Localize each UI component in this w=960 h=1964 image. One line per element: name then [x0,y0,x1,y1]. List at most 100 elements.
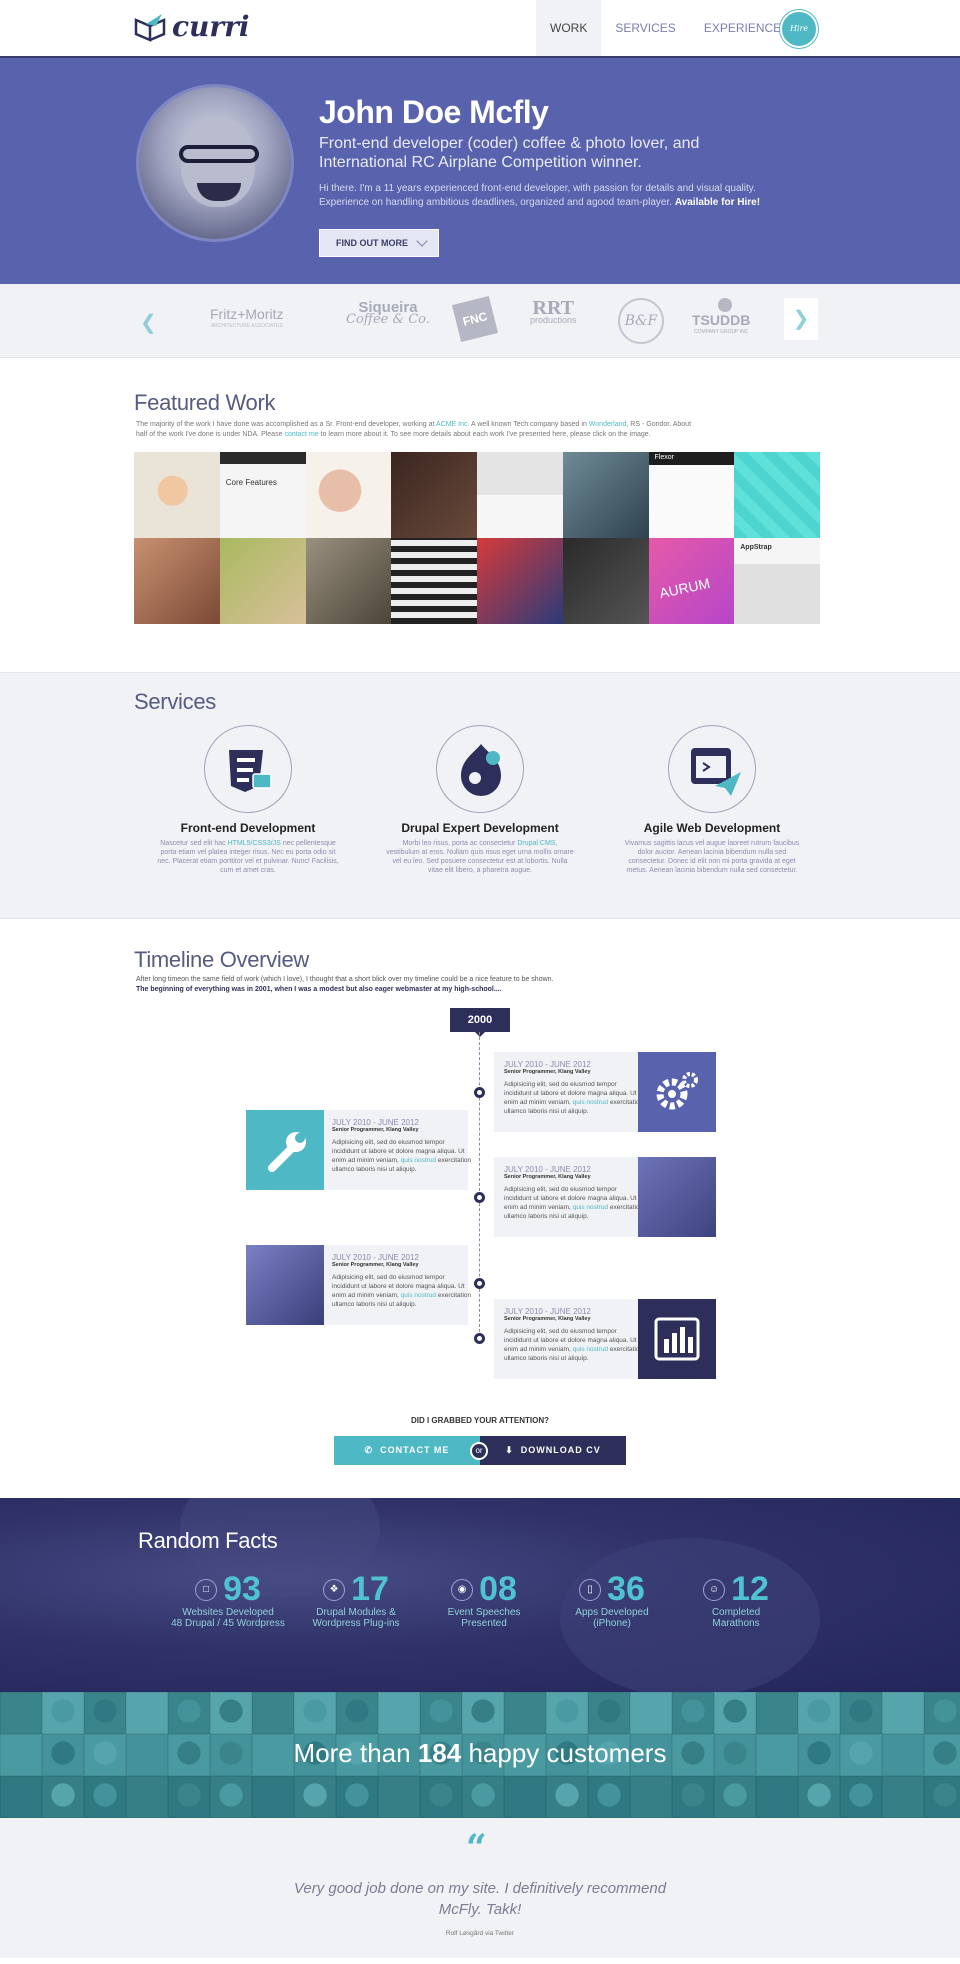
wonderland-link[interactable]: Wonderland [589,421,627,428]
quote-icon: “ [466,1827,487,1869]
customer-photo [798,1692,840,1734]
testimonial-text: Very good job done on my site. I definit… [293,1880,667,1918]
service-text: Nascetur sed elit hac HTML5/CSS3/JS nec … [157,840,339,874]
client-logo: RRT productions [530,297,577,325]
timeline-card[interactable]: JULY 2010 - JUNE 2012 Senior Programmer, … [246,1110,471,1190]
fact-label: Drupal Modules & Wordpress Plug-ins [312,1607,400,1629]
avatar [136,84,294,242]
client-logo: Fritz+Moritz ARCHITECTURE ASSOCIATES [210,306,284,329]
download-cv-button[interactable]: ⬇ DOWNLOAD CV [480,1436,626,1465]
customer-photo [210,1692,252,1734]
work-tile[interactable]: AppStrap [734,538,820,624]
testimonial-section: “ Very good job done on my site. I defin… [0,1818,960,1958]
html5-icon [204,725,292,813]
work-tile[interactable] [562,538,649,624]
customer-photo [672,1692,714,1734]
featured-work-section: Featured Work The majority of the work I… [0,358,960,672]
fact-label: Completed Marathons [711,1607,761,1629]
wrench-icon [246,1110,324,1190]
chevron-down-icon [416,235,428,247]
timeline-dot [474,1087,485,1098]
work-grid: Core Features Flexor AURUM AppStrap [134,452,820,624]
timeline-card[interactable]: JULY 2010 - JUNE 2012 Senior Programmer, … [494,1052,716,1132]
fact-number: 12 [731,1570,769,1608]
work-tile[interactable] [477,452,563,538]
work-tile-label: Core Features [225,478,277,487]
cta-question: DID I GRABBED YOUR ATTENTION? [410,1416,550,1425]
work-tile[interactable] [219,538,306,624]
logo[interactable]: curri [134,10,250,43]
nav-services[interactable]: SERVICES [601,0,689,56]
happy-customers-section: More than 184 happy customers [0,1692,960,1818]
client-logo: B&F [618,298,664,344]
work-tile[interactable] [134,538,220,624]
find-out-more-button[interactable]: FIND OUT MORE [319,229,439,257]
customer-photo [84,1692,126,1734]
client-logo: FNC [451,295,499,343]
work-tile[interactable] [477,538,563,624]
customer-photo [714,1692,756,1734]
work-tile[interactable]: Flexor [648,452,735,538]
find-out-more-label: FIND OUT MORE [336,238,408,248]
customer-photo [630,1692,672,1734]
contact-link[interactable]: contact me [284,431,318,438]
photo-image [246,1245,324,1325]
work-tile[interactable] [134,452,220,538]
photo-image [638,1157,716,1237]
customer-photo [420,1692,462,1734]
service-title: Front-end Development [180,821,316,835]
contact-me-button[interactable]: ✆ CONTACT ME [334,1436,480,1465]
service-text: Vivamus sagittis lacus vel augue laoreet… [624,840,800,874]
work-tile[interactable] [391,452,477,538]
hero-bio: Hi there. I'm a 11 years experienced fro… [319,182,769,210]
customer-photo [630,1776,672,1818]
acme-link[interactable]: ACME Inc. [436,421,469,428]
work-tile[interactable] [734,452,820,538]
customer-photo [0,1776,42,1818]
hero-tagline: Front-end developer (coder) coffee & pho… [319,135,700,171]
timeline-section: Timeline Overview After long timeon the … [0,918,960,1498]
work-tile[interactable] [391,538,477,624]
customer-photo [588,1692,630,1734]
timeline-dot [474,1192,485,1203]
customer-photo [168,1692,210,1734]
fact-label: Event Speeches Presented [447,1607,521,1629]
chevron-left-icon[interactable]: ❮ [140,310,157,335]
client-logo: Siqueira Coffee & Co. [346,299,430,327]
work-tile[interactable]: Core Features [219,452,306,538]
timeline-card[interactable]: JULY 2010 - JUNE 2012 Senior Programmer, … [494,1157,716,1237]
customer-photo [336,1692,378,1734]
work-tile[interactable]: AURUM [648,538,735,624]
timeline-card[interactable]: JULY 2010 - JUNE 2012 Senior Programmer, … [246,1245,471,1325]
fact-item: ◉ 08 Event Speeches Presented [424,1570,544,1629]
timeline-dot [474,1278,485,1289]
bar-chart-icon [638,1299,716,1379]
customer-photo [546,1776,588,1818]
timeline-dot [474,1333,485,1344]
puzzle-icon: ❖ [323,1578,346,1601]
year-marker: 2000 [450,1008,510,1037]
featured-intro: The majority of the work I have done was… [136,421,692,438]
phone-icon: ▯ [579,1578,602,1601]
client-logo: TSUDDB COMPANY GROUP INC [692,298,750,338]
customer-photo [210,1776,252,1818]
hire-me-button[interactable]: Hire me! [780,10,818,67]
logo-text: curri [172,10,250,43]
chevron-right-icon[interactable]: ❯ [784,298,818,340]
work-tile[interactable] [305,538,392,624]
work-tile[interactable] [562,452,649,538]
timeline-card[interactable]: JULY 2010 - JUNE 2012 Senior Programmer, … [494,1299,716,1379]
service-item: Agile Web Development Vivamus sagittis l… [612,725,812,875]
customer-photo [42,1692,84,1734]
customer-photo [378,1692,420,1734]
fact-item: □ 93 Websites Developed 48 Drupal / 45 Wor… [168,1570,288,1629]
or-badge: or [470,1442,488,1460]
work-tile[interactable] [305,452,392,538]
customer-photo [840,1692,882,1734]
customer-photo [336,1776,378,1818]
phone-icon: ✆ [364,1445,374,1455]
nav-work[interactable]: WORK [536,0,602,56]
fact-number: 17 [351,1570,389,1608]
customer-photo [378,1776,420,1818]
service-item: Drupal Expert Development Morbi leo risu… [380,725,580,875]
